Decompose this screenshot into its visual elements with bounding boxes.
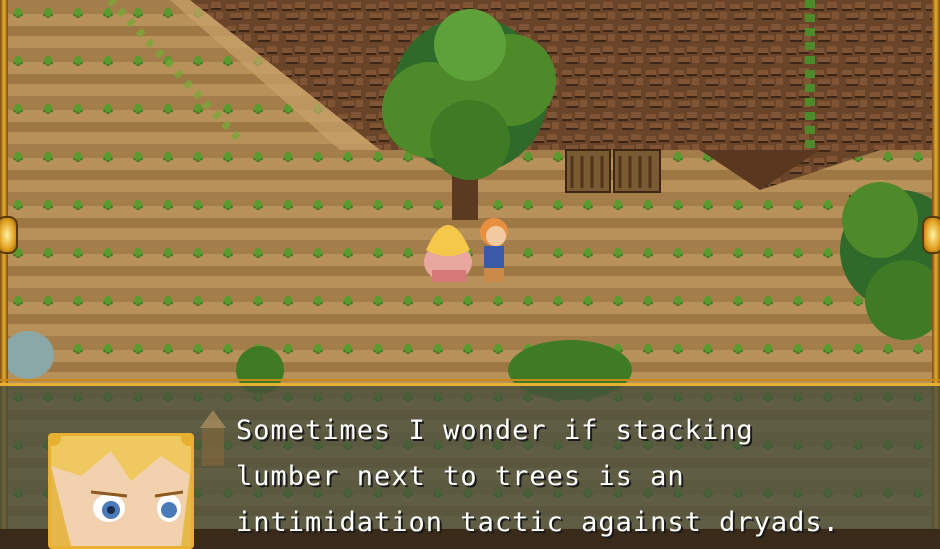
lantern-icon [200, 410, 226, 466]
blonde-character-portrait-icon [51, 436, 191, 546]
orange-haired-boy-character[interactable] [480, 218, 508, 282]
frame-gem-ornament [922, 216, 940, 254]
dialog-text: Sometimes I wonder if stacking lumber ne… [236, 415, 840, 538]
dialog-box[interactable]: Sometimes I wonder if stacking lumber ne… [0, 379, 940, 549]
frame-gem-ornament [0, 216, 18, 254]
portrait-corner-ornament [181, 436, 191, 446]
rock [2, 331, 54, 379]
lumber-stack [565, 149, 661, 193]
character-portrait [48, 433, 194, 549]
